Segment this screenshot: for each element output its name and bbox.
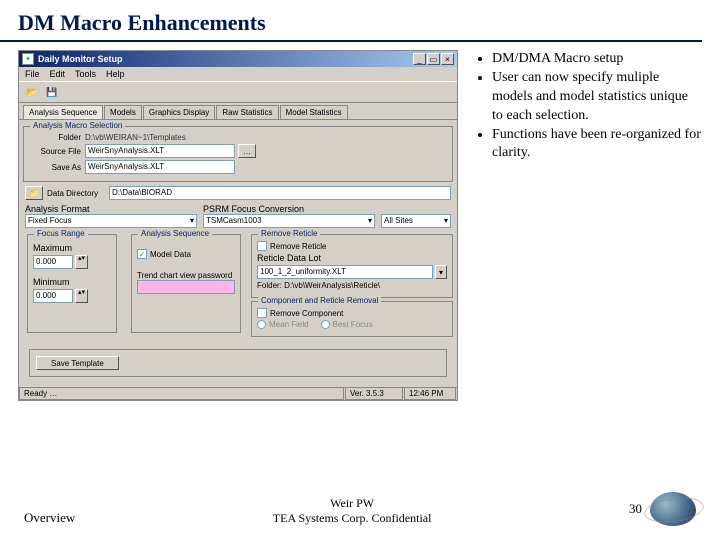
remove-component-label: Remove Component — [270, 309, 343, 318]
menu-edit[interactable]: Edit — [50, 69, 66, 79]
bullet-1: DM/DMA Macro setup — [492, 50, 702, 69]
sites-select[interactable]: All Sites ▾ — [381, 214, 451, 228]
footer-center-bottom: TEA Systems Corp. Confidential — [273, 511, 432, 526]
min-spinner[interactable]: ▴▾ — [75, 289, 88, 303]
statusbar: Ready … Ver. 3.5.3 12:46 PM — [19, 387, 457, 400]
group-analysis-sequence: Analysis Sequence ✓Model Data Trend char… — [131, 234, 241, 333]
data-dir-input[interactable]: D:\Data\BIORAD — [109, 186, 451, 200]
tool-open-icon[interactable]: 📂 — [23, 84, 41, 100]
reticle-folder-value: D:\vb\WeirAnalysis\Reticle\ — [284, 281, 380, 290]
close-button[interactable]: × — [441, 53, 454, 65]
save-as-input[interactable]: WeirSnyAnalysis.XLT — [85, 160, 235, 174]
status-time: 12:46 PM — [404, 388, 456, 400]
remove-reticle-label: Remove Reticle — [270, 242, 326, 251]
group-label-seq: Analysis Sequence — [138, 229, 212, 238]
save-template-button[interactable]: Save Template — [36, 356, 119, 370]
menu-file[interactable]: File — [25, 69, 40, 79]
bullet-list: DM/DMA Macro setup User can now specify … — [458, 50, 702, 401]
status-ready: Ready … — [19, 388, 344, 400]
save-as-label: Save As — [29, 163, 85, 172]
app-icon: ✦ — [22, 53, 34, 65]
psrm-label: PSRM Focus Conversion — [203, 204, 375, 214]
group-focus-range: Focus Range Maximum 0.000▴▾ Minimum 0.00… — [27, 234, 117, 333]
footer-left: Overview — [24, 510, 75, 526]
reticle-list-label: Reticle Data Lot — [257, 253, 447, 263]
menu-help[interactable]: Help — [106, 69, 125, 79]
folder-value: D:\vb\WEIRAN~1\Templates — [85, 133, 186, 142]
trend-password-input[interactable] — [137, 280, 235, 294]
tab-raw-statistics[interactable]: Raw Statistics — [216, 105, 278, 119]
group-label-focus: Focus Range — [34, 229, 88, 238]
source-file-input[interactable]: WeirSnyAnalysis.XLT — [85, 144, 235, 158]
chevron-down-icon: ▾ — [190, 215, 194, 227]
group-macro-selection: Analysis Macro Selection Folder D:\vb\WE… — [23, 126, 453, 182]
reticle-list[interactable]: 100_1_2_uniformity.XLT — [257, 265, 433, 279]
best-focus-radio[interactable] — [321, 320, 330, 329]
status-version: Ver. 3.5.3 — [345, 388, 403, 400]
max-input[interactable]: 0.000 — [33, 255, 73, 269]
titlebar[interactable]: ✦ Daily Monitor Setup _ ▭ × — [19, 51, 457, 67]
minimize-button[interactable]: _ — [413, 53, 426, 65]
group-component-removal: Component and Reticle Removal Remove Com… — [251, 301, 453, 337]
data-dir-label: Data Directory — [43, 189, 109, 198]
group-label-reticle: Remove Reticle — [258, 229, 320, 238]
model-data-label: Model Data — [150, 250, 191, 259]
slide-title: DM Macro Enhancements — [0, 0, 702, 42]
reticle-folder-label: Folder: — [257, 281, 282, 290]
analysis-format-label: Analysis Format — [25, 204, 197, 214]
toolbar: 📂 💾 — [19, 81, 457, 103]
max-spinner[interactable]: ▴▾ — [75, 255, 88, 269]
reticle-scroll-down[interactable]: ▾ — [435, 265, 447, 279]
psrm-select[interactable]: TSMCasm1003 ▾ — [203, 214, 375, 228]
max-label: Maximum — [33, 243, 111, 253]
mean-field-label: Mean Field — [269, 320, 309, 329]
tab-analysis-sequence[interactable]: Analysis Sequence — [23, 105, 103, 119]
slide-footer: Overview Weir PW TEA Systems Corp. Confi… — [0, 492, 720, 526]
best-focus-label: Best Focus — [333, 320, 373, 329]
tab-graphics-display[interactable]: Graphics Display — [143, 105, 215, 119]
window-title: Daily Monitor Setup — [38, 54, 412, 64]
tab-models[interactable]: Models — [104, 105, 142, 119]
app-window: ✦ Daily Monitor Setup _ ▭ × File Edit To… — [18, 50, 458, 401]
min-input[interactable]: 0.000 — [33, 289, 73, 303]
tab-model-statistics[interactable]: Model Statistics — [280, 105, 348, 119]
chevron-down-icon: ▾ — [444, 215, 448, 227]
remove-reticle-checkbox[interactable] — [257, 241, 267, 251]
footer-center-top: Weir PW — [273, 496, 432, 511]
model-data-checkbox[interactable]: ✓ — [137, 249, 147, 259]
group-remove-reticle: Remove Reticle Remove Reticle Reticle Da… — [251, 234, 453, 298]
bullet-2: User can now specify muliple models and … — [492, 69, 702, 126]
remove-component-checkbox[interactable] — [257, 308, 267, 318]
bullet-3: Functions have been re-organized for cla… — [492, 126, 702, 164]
mean-field-radio[interactable] — [257, 320, 266, 329]
analysis-format-select[interactable]: Fixed Focus ▾ — [25, 214, 197, 228]
maximize-button[interactable]: ▭ — [427, 53, 440, 65]
chevron-down-icon: ▾ — [368, 215, 372, 227]
tool-save-icon[interactable]: 💾 — [43, 84, 61, 100]
page-number: 30 — [629, 501, 642, 517]
globe-icon — [650, 492, 696, 526]
min-label: Minimum — [33, 277, 111, 287]
menu-tools[interactable]: Tools — [75, 69, 96, 79]
menubar: File Edit Tools Help — [19, 67, 457, 81]
group-label-component: Component and Reticle Removal — [258, 296, 381, 305]
source-browse-button[interactable]: … — [238, 144, 256, 158]
data-dir-icon-button[interactable]: 📁 — [25, 186, 43, 200]
tab-strip: Analysis Sequence Models Graphics Displa… — [19, 103, 457, 120]
folder-label: Folder — [29, 133, 85, 142]
source-file-label: Source File — [29, 147, 85, 156]
trend-password-label: Trend chart view password — [137, 271, 235, 280]
save-area: Save Template — [29, 349, 447, 377]
group-label-macro: Analysis Macro Selection — [30, 121, 125, 130]
